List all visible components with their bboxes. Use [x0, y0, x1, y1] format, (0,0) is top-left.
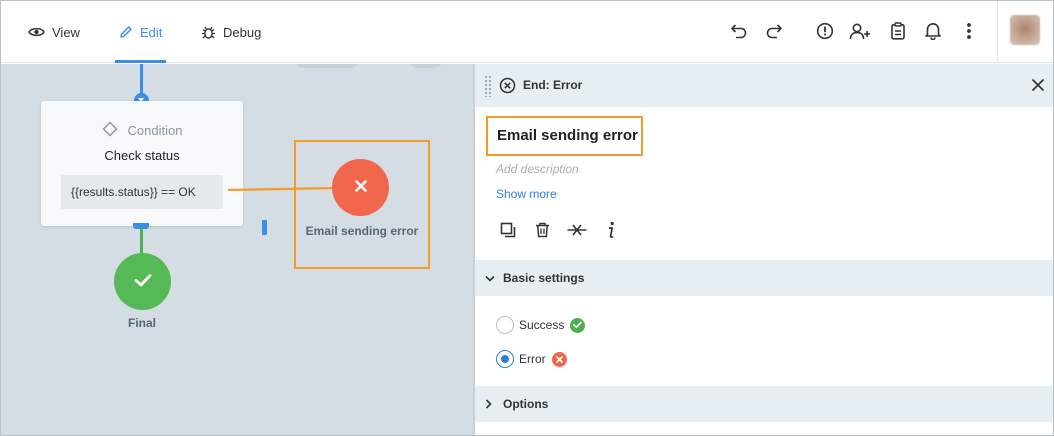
mode-tab-label: View	[52, 24, 80, 40]
bell-icon	[924, 21, 942, 43]
check-icon	[133, 272, 153, 291]
panel-title: End: Error	[523, 78, 583, 92]
app-window: View Edit Debug Condition Check status {…	[0, 0, 1054, 436]
properties-panel: End: Error Email sending error Add descr…	[473, 64, 1053, 435]
success-radio[interactable]	[496, 316, 514, 334]
validation-button[interactable]	[812, 19, 838, 45]
show-more-link[interactable]: Show more	[496, 187, 557, 201]
condition-node-header: Condition	[41, 121, 243, 140]
incoming-connection	[140, 64, 143, 94]
more-menu-button[interactable]	[956, 19, 982, 45]
disconnect-icon	[567, 222, 587, 241]
clipboard-icon	[890, 21, 906, 43]
diamond-icon	[102, 121, 118, 140]
share-button[interactable]	[847, 19, 873, 45]
drag-handle-icon[interactable]	[484, 75, 492, 97]
options-header[interactable]: Options	[475, 386, 1053, 422]
check-badge-icon	[570, 317, 586, 333]
chevron-right-icon	[485, 399, 497, 409]
chevron-down-icon	[485, 275, 497, 282]
flow-canvas[interactable]: Condition Check status {{results.status}…	[1, 64, 473, 435]
status-option-success[interactable]: Success	[496, 315, 586, 335]
info-icon	[606, 221, 616, 242]
add-user-icon	[849, 22, 871, 43]
status-option-error[interactable]: Error	[496, 349, 567, 369]
user-menu[interactable]	[997, 1, 1053, 63]
duplicate-icon	[500, 222, 516, 241]
condition-output-port[interactable]	[262, 220, 267, 235]
section-label: Basic settings	[503, 271, 585, 285]
trash-icon	[535, 222, 550, 241]
condition-node[interactable]: Condition Check status {{results.status}…	[41, 101, 267, 235]
description-field[interactable]: Add description	[496, 162, 579, 176]
info-button[interactable]	[600, 220, 622, 242]
final-node-label: Final	[127, 316, 156, 330]
error-node-label: Email sending error	[305, 224, 419, 238]
mode-tab-edit[interactable]: Edit	[115, 1, 167, 63]
mode-tab-view[interactable]: View	[28, 1, 80, 63]
redo-button[interactable]	[761, 19, 787, 45]
pencil-icon	[119, 25, 133, 39]
active-tab-indicator	[115, 60, 167, 63]
x-badge-icon	[551, 351, 567, 367]
eye-icon	[28, 26, 45, 38]
mode-tab-debug[interactable]: Debug	[201, 1, 261, 63]
avatar[interactable]	[1010, 15, 1040, 45]
x-icon	[354, 179, 368, 196]
panel-header: End: Error	[475, 64, 1053, 107]
error-radio[interactable]	[496, 350, 514, 368]
section-label: Options	[503, 397, 549, 411]
mode-tab-label: Debug	[223, 24, 262, 40]
close-panel-button[interactable]	[1028, 76, 1048, 96]
x-circle-icon	[499, 77, 516, 97]
more-vertical-icon	[966, 22, 972, 43]
notifications-button[interactable]	[920, 19, 946, 45]
undo-icon	[730, 23, 748, 42]
delete-button[interactable]	[531, 220, 553, 242]
alert-circle-icon	[816, 22, 834, 43]
condition-expression[interactable]: {{results.status}} == OK	[61, 175, 223, 209]
node-type-label: Condition	[127, 123, 183, 138]
offscreen-node-edge	[411, 64, 441, 68]
redo-icon	[765, 23, 783, 42]
top-toolbar: View Edit Debug	[1, 1, 1053, 63]
error-node-selected[interactable]: Email sending error	[294, 140, 430, 269]
radio-label: Success	[519, 318, 565, 332]
duplicate-button[interactable]	[497, 220, 519, 242]
mode-tab-label: Edit	[140, 24, 163, 40]
node-name-field[interactable]: Email sending error	[486, 116, 643, 156]
clipboard-button[interactable]	[885, 19, 911, 45]
offscreen-node-edge	[297, 64, 357, 68]
disconnect-button[interactable]	[566, 220, 588, 242]
basic-settings-header[interactable]: Basic settings	[475, 260, 1053, 296]
condition-node-title: Check status	[104, 148, 180, 163]
bug-icon	[201, 25, 216, 40]
radio-label: Error	[519, 352, 546, 366]
error-node[interactable]	[332, 159, 389, 216]
close-icon	[1031, 78, 1045, 95]
undo-button[interactable]	[726, 19, 752, 45]
final-node[interactable]	[114, 253, 171, 310]
